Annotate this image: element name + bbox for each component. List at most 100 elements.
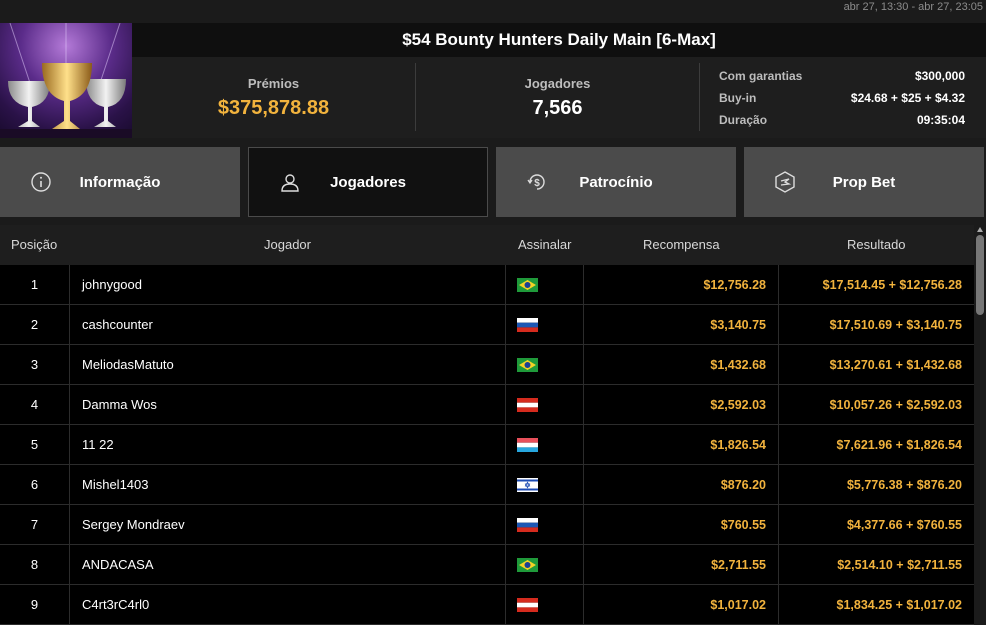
row-result: $2,514.10 + $2,711.55 <box>837 558 962 572</box>
row-result: $17,514.45 + $12,756.28 <box>822 278 962 292</box>
svg-text:$: $ <box>534 178 540 189</box>
row-player-name: MeliodasMatuto <box>82 357 174 372</box>
row-result: $13,270.61 + $1,432.68 <box>829 358 962 372</box>
row-player-name: johnygood <box>82 277 142 292</box>
column-divider <box>505 345 506 385</box>
players-stat: Jogadores 7,566 <box>416 57 699 138</box>
detail-duration: Duração 09:35:04 <box>719 109 965 131</box>
prizes-stat: Prémios $375,878.88 <box>132 57 415 138</box>
column-divider <box>69 345 70 385</box>
column-divider <box>505 425 506 465</box>
table-row[interactable]: 3 MeliodasMatuto $1,432.68 $13,270.61 + $1,… <box>0 345 974 385</box>
tab-players[interactable]: Jogadores <box>248 147 488 217</box>
user-icon <box>281 174 299 192</box>
tournament-details: Com garantias $300,000 Buy-in $24.68 + $… <box>719 65 965 131</box>
table-row[interactable]: 7 Sergey Mondraev $760.55 $4,377.66 + $760.… <box>0 505 974 545</box>
column-divider <box>505 585 506 625</box>
column-divider <box>69 305 70 345</box>
column-divider <box>505 545 506 585</box>
row-position: 2 <box>30 317 39 332</box>
row-reward: $2,592.03 <box>710 398 766 412</box>
row-result: $4,377.66 + $760.55 <box>846 518 962 532</box>
detail-value: $24.68 + $25 + $4.32 <box>850 91 965 105</box>
column-header-reward[interactable]: Recompensa <box>643 225 720 265</box>
prop-bet-icon <box>775 171 795 193</box>
row-player-name: Mishel1403 <box>82 477 149 492</box>
luxembourg-flag-icon <box>517 438 538 452</box>
prizes-label: Prémios <box>247 76 300 91</box>
detail-value: 09:35:04 <box>916 113 965 127</box>
row-player-name: 11 22 <box>82 437 114 452</box>
column-divider <box>69 385 70 425</box>
detail-label: Com garantias <box>719 69 803 83</box>
row-position: 7 <box>30 517 39 532</box>
row-reward: $760.55 <box>720 518 766 532</box>
players-table: Posição Jogador Assinalar Recompensa Res… <box>0 225 974 625</box>
dollar-coin-icon: $ <box>527 174 545 190</box>
detail-guarantee: Com garantias $300,000 <box>719 65 965 87</box>
column-divider <box>505 465 506 505</box>
russia-flag-icon <box>517 518 538 532</box>
row-player-name: cashcounter <box>82 317 153 332</box>
row-reward: $1,017.02 <box>710 598 766 612</box>
column-header-result[interactable]: Resultado <box>847 225 906 265</box>
brazil-flag-icon <box>517 558 538 572</box>
detail-label: Duração <box>719 113 768 127</box>
row-reward: $3,140.75 <box>710 318 766 332</box>
column-divider <box>69 265 70 305</box>
row-position: 9 <box>30 597 39 612</box>
column-header-flag[interactable]: Assinalar <box>518 225 571 265</box>
brazil-flag-icon <box>517 358 538 372</box>
row-player-name: Damma Wos <box>82 397 157 412</box>
austria-flag-icon <box>517 598 538 612</box>
row-result: $5,776.38 + $876.20 <box>846 478 962 492</box>
tab-sponsorship[interactable]: $ Patrocínio <box>496 147 736 217</box>
row-position: 1 <box>30 277 39 292</box>
row-position: 6 <box>30 477 39 492</box>
tournament-header: $54 Bounty Hunters Daily Main [6-Max] Pr… <box>0 23 986 138</box>
column-header-player[interactable]: Jogador <box>264 225 311 265</box>
column-divider <box>69 425 70 465</box>
table-row[interactable]: 9 C4rt3rC4rl0 $1,017.02 $1,834.25 + $1,017.… <box>0 585 974 625</box>
table-row[interactable]: 2 cashcounter $3,140.75 $17,510.69 + $3,140… <box>0 305 974 345</box>
israel-flag-icon <box>517 478 538 492</box>
detail-buyin: Buy-in $24.68 + $25 + $4.32 <box>719 87 965 109</box>
info-icon <box>31 172 51 192</box>
prizes-value: $375,878.88 <box>217 97 330 119</box>
column-divider <box>505 385 506 425</box>
column-divider <box>505 305 506 345</box>
row-player-name: ANDACASA <box>82 557 154 572</box>
austria-flag-icon <box>517 398 538 412</box>
scroll-up-arrow-icon[interactable] <box>977 227 983 232</box>
table-row[interactable]: 5 11 22 $1,826.54 $7,621.96 + $1,826.54 <box>0 425 974 465</box>
column-divider <box>505 265 506 305</box>
row-player-name: C4rt3rC4rl0 <box>82 597 150 612</box>
brazil-flag-icon <box>517 278 538 292</box>
row-position: 3 <box>30 357 39 372</box>
players-label: Jogadores <box>524 76 591 91</box>
column-divider <box>69 545 70 585</box>
column-divider <box>505 505 506 545</box>
table-row[interactable]: 1 johnygood $12,756.28 $17,514.45 + $12,756… <box>0 265 974 305</box>
table-row[interactable]: 8 ANDACASA $2,711.55 $2,514.10 + $2,711.55 <box>0 545 974 585</box>
russia-flag-icon <box>517 318 538 332</box>
scrollbar-thumb[interactable] <box>976 235 984 315</box>
stat-divider <box>699 63 700 131</box>
row-position: 5 <box>30 437 39 452</box>
trophy-banner-image <box>0 23 132 138</box>
row-position: 8 <box>30 557 39 572</box>
column-divider <box>69 585 70 625</box>
detail-label: Buy-in <box>719 91 757 105</box>
tab-prop-bet[interactable]: Prop Bet <box>744 147 984 217</box>
table-scrollbar[interactable] <box>974 225 986 625</box>
row-position: 4 <box>30 397 39 412</box>
column-divider <box>69 505 70 545</box>
tab-information[interactable]: Informação <box>0 147 240 217</box>
row-result: $7,621.96 + $1,826.54 <box>836 438 962 452</box>
table-row[interactable]: 4 Damma Wos $2,592.03 $10,057.26 + $2,592.0… <box>0 385 974 425</box>
table-row[interactable]: 6 Mishel1403 $876.20 $5,776.38 + $876.20 <box>0 465 974 505</box>
players-value: 7,566 <box>532 97 583 119</box>
row-player-name: Sergey Mondraev <box>82 517 185 532</box>
column-header-position[interactable]: Posição <box>11 225 57 265</box>
row-reward: $1,432.68 <box>710 358 766 372</box>
